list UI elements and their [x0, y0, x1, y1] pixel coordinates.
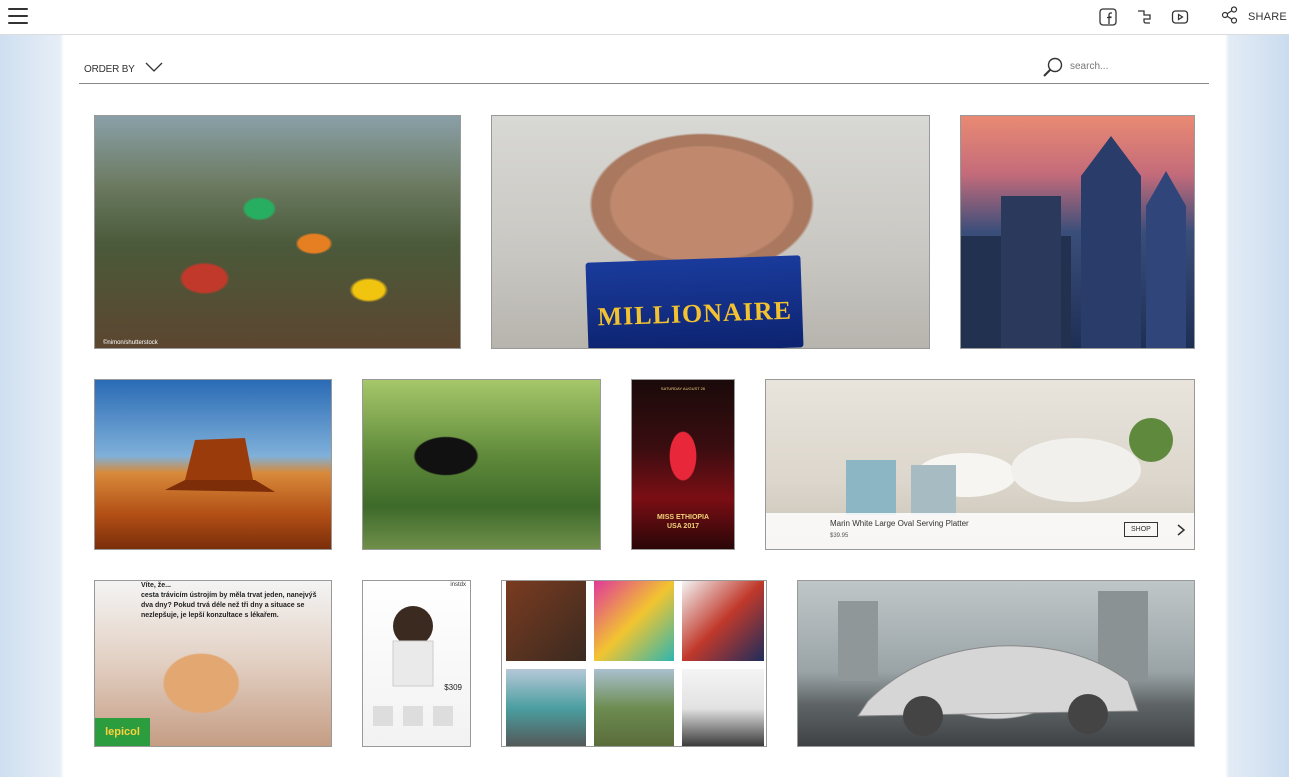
share-button[interactable]: SHARE [1220, 5, 1287, 30]
twitter-icon[interactable] [1134, 7, 1154, 27]
search-icon[interactable] [1042, 56, 1064, 78]
collage-boots [506, 581, 586, 661]
image-tile-magazine-ad[interactable]: instdx $309 [362, 580, 471, 747]
image-tile-miss-ethiopia-poster[interactable]: SATURDAY AUGUST 26 MISS ETHIOPIA USA 201… [631, 379, 735, 550]
poster-subtitle: USA 2017 [666, 523, 700, 530]
image-tile-millionaire[interactable]: MILLIONAIRE [491, 115, 930, 349]
poster-title: MISS ETHIOPIA [656, 514, 710, 521]
collage-package [682, 669, 764, 746]
chevron-right-icon[interactable] [1176, 523, 1186, 542]
hamburger-menu-icon[interactable] [8, 8, 28, 26]
youtube-icon[interactable] [1170, 7, 1190, 27]
image-tile-dishes-shop[interactable]: Marin White Large Oval Serving Platter $… [765, 379, 1195, 550]
collage-sneaker-socks [682, 581, 764, 661]
product-bar: Marin White Large Oval Serving Platter $… [766, 513, 1194, 549]
image-tile-bear-forest[interactable] [362, 379, 601, 550]
collage-socks [594, 581, 674, 661]
chevron-down-icon [135, 60, 163, 78]
share-label: SHARE [1248, 11, 1287, 23]
image-tile-city-skyline[interactable] [960, 115, 1195, 349]
image-tile-socks-collage[interactable] [501, 580, 767, 747]
collage-hiking [594, 669, 674, 746]
image-tile-silver-car[interactable] [797, 580, 1195, 747]
product-name: Marin White Large Oval Serving Platter [830, 519, 969, 528]
lepicol-logo: lepicol [95, 718, 150, 746]
image-tile-desert-butte[interactable] [94, 379, 332, 550]
image-tile-lepicol-ad[interactable]: Víte, že... cesta trávicím ústrojím by m… [94, 580, 332, 747]
millionaire-text: MILLIONAIRE [597, 295, 793, 332]
ad-text: Víte, že... cesta trávicím ústrojím by m… [141, 582, 317, 619]
collage-mountain-lake [506, 669, 586, 746]
filter-toolbar: ORDER BY [79, 50, 1209, 84]
facebook-icon[interactable] [1098, 7, 1118, 27]
image-tile-floating-market[interactable]: ©nimon/shutterstock [94, 115, 461, 349]
photo-credit: ©nimon/shutterstock [103, 340, 158, 346]
top-bar: SHARE [0, 0, 1289, 35]
order-by-label: ORDER BY [84, 63, 135, 75]
share-icon [1220, 5, 1240, 30]
search-input[interactable] [1067, 56, 1203, 76]
shop-button[interactable]: SHOP [1124, 522, 1158, 537]
millionaire-card: MILLIONAIRE [585, 255, 804, 348]
product-price: $39.95 [830, 533, 849, 539]
poster-date: SATURDAY AUGUST 26 [660, 386, 706, 391]
order-by-dropdown[interactable]: ORDER BY [84, 60, 163, 78]
magazine-price: $309 [444, 683, 462, 692]
